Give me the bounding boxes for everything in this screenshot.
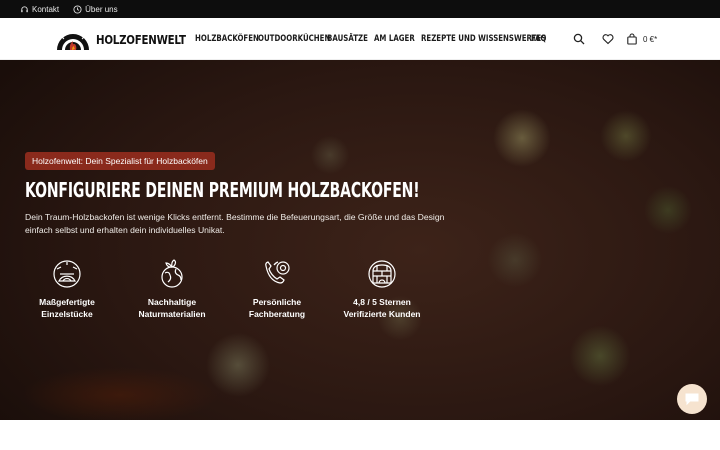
main-navigation: HOLZBACKÖFEN OUTDOORKÜCHEN BAUSÄTZE AM L… — [195, 18, 551, 60]
nav-item-holzbackoefen[interactable]: HOLZBACKÖFEN — [195, 34, 259, 44]
hero-description: Dein Traum-Holzbackofen ist wenige Klick… — [25, 212, 445, 235]
headset-icon — [21, 5, 28, 12]
clock-icon — [73, 4, 82, 14]
nav-item-rezepte[interactable]: REZEPTE UND WISSENSWERTES — [421, 34, 546, 44]
about-link[interactable]: Über uns — [73, 4, 118, 14]
feature-item: 4,8 / 5 Sternen Verifizierte Kunden — [327, 257, 437, 320]
hero-content: Holzofenwelt: Dein Spezialist für Holzba… — [0, 60, 720, 420]
handcrafted-oven-icon — [53, 260, 81, 288]
shopping-bag-icon[interactable] — [626, 33, 638, 45]
site-header: HOLZOFENWELT HOLZBACKÖFEN OUTDOORKÜCHEN … — [0, 18, 720, 60]
contact-link[interactable]: Kontakt — [20, 5, 59, 14]
feature-item: Persönliche Fachberatung — [222, 257, 332, 320]
feature-label: Maßgefertigte Einzelstücke — [39, 297, 95, 319]
about-label: Über uns — [85, 4, 118, 14]
brand-name: HOLZOFENWELT — [96, 31, 186, 47]
feature-label: 4,8 / 5 Sternen Verifizierte Kunden — [343, 297, 421, 319]
nav-item-outdoorkuechen[interactable]: OUTDOORKÜCHEN — [258, 34, 330, 44]
heart-icon[interactable] — [602, 33, 614, 45]
chat-widget-button[interactable] — [677, 384, 707, 414]
oven-logo-icon — [57, 30, 89, 50]
feature-label: Nachhaltige Naturmaterialien — [138, 297, 206, 319]
brick-oven-icon — [368, 260, 396, 288]
contact-label: Kontakt — [32, 4, 60, 14]
hero-badge: Holzofenwelt: Dein Spezialist für Holzba… — [25, 152, 215, 170]
hero-banner: Holzofenwelt: Dein Spezialist für Holzba… — [0, 60, 720, 420]
cart-total[interactable]: 0 €* — [643, 35, 657, 44]
sustainable-globe-icon — [161, 259, 183, 288]
page-content-start — [0, 420, 720, 450]
header-actions: 0 €* — [573, 18, 657, 60]
top-utility-bar: Kontakt Über uns — [0, 0, 720, 18]
nav-item-bausaetze[interactable]: BAUSÄTZE — [327, 34, 368, 44]
feature-label: Persönliche Fachberatung — [248, 297, 306, 319]
feature-item: Maßgefertigte Einzelstücke — [12, 257, 122, 320]
nav-item-am-lager[interactable]: AM LAGER — [374, 34, 415, 44]
chat-bubble-icon — [685, 393, 699, 406]
nav-item-faq[interactable]: FAQ — [531, 34, 547, 44]
search-icon[interactable] — [573, 33, 585, 45]
brand-logo[interactable]: HOLZOFENWELT — [54, 25, 205, 53]
phone-support-icon — [265, 261, 290, 284]
hero-title: KONFIGURIERE DEINEN PREMIUM HOLZBACKOFEN… — [25, 178, 420, 202]
feature-list: Maßgefertigte Einzelstücke Nachhaltige N… — [0, 257, 720, 327]
feature-item: Nachhaltige Naturmaterialien — [117, 257, 227, 320]
